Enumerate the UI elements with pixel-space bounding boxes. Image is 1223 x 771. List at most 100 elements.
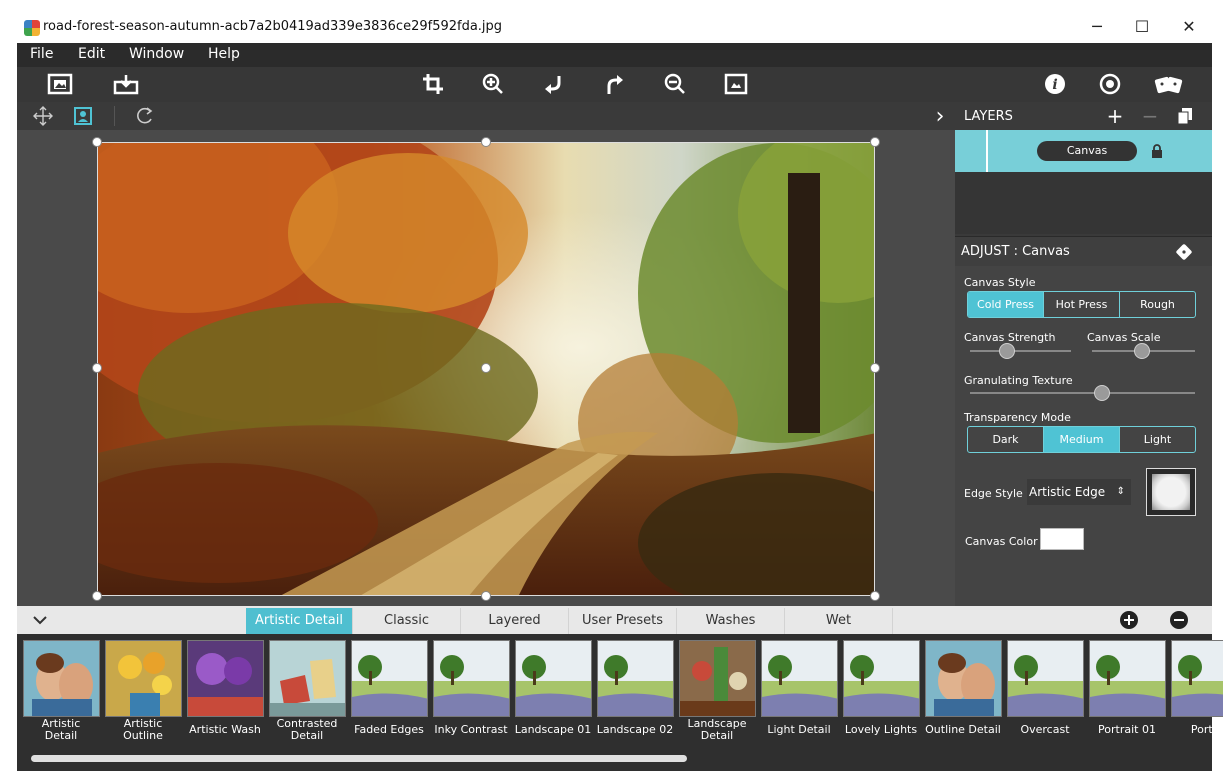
preset-thumb-artistic-detail[interactable] bbox=[23, 640, 100, 717]
layers-title: LAYERS bbox=[964, 109, 1013, 124]
duplicate-layer-icon[interactable] bbox=[1175, 105, 1195, 127]
preset-label-outline-detail: Outline Detail bbox=[925, 723, 1001, 736]
resize-handle-bottom[interactable] bbox=[481, 591, 491, 601]
crop-icon[interactable] bbox=[419, 71, 447, 97]
remove-preset-icon[interactable] bbox=[1169, 610, 1189, 630]
preset-thumb-contrasted-detail[interactable] bbox=[269, 640, 346, 717]
preset-thumb-artistic-outline[interactable] bbox=[105, 640, 182, 717]
preset-thumb-faded-edges[interactable] bbox=[351, 640, 428, 717]
redo-icon[interactable] bbox=[601, 71, 629, 97]
canvas-strength-knob[interactable] bbox=[999, 343, 1015, 359]
open-image-icon[interactable] bbox=[45, 71, 75, 97]
menu-edit[interactable]: Edit bbox=[78, 46, 105, 62]
adjust-presets-icon[interactable] bbox=[1173, 242, 1195, 262]
menu-file[interactable]: File bbox=[30, 46, 53, 62]
transparency-mode-dark[interactable]: Dark bbox=[968, 427, 1044, 452]
settings-icon[interactable] bbox=[1097, 71, 1123, 97]
tab-classic[interactable]: Classic bbox=[353, 608, 461, 634]
canvas-scale-knob[interactable] bbox=[1134, 343, 1150, 359]
granulating-texture-knob[interactable] bbox=[1094, 385, 1110, 401]
preset-label-landscape-detail: Landscape Detail bbox=[687, 717, 747, 742]
layers-header: LAYERS + − bbox=[955, 102, 1212, 130]
preset-thumb-light-detail[interactable] bbox=[761, 640, 838, 717]
preset-label-light-detail: Light Detail bbox=[767, 723, 831, 736]
preset-thumb-lovely-lights[interactable] bbox=[843, 640, 920, 717]
add-layer-icon[interactable]: + bbox=[1105, 104, 1125, 128]
rotate-icon[interactable] bbox=[133, 105, 157, 127]
save-icon[interactable] bbox=[111, 71, 141, 97]
adjust-header: ADJUST : Canvas bbox=[955, 236, 1212, 266]
menu-window[interactable]: Window bbox=[129, 46, 184, 62]
fit-to-screen-icon[interactable] bbox=[722, 71, 750, 97]
transparency-mode-light[interactable]: Light bbox=[1120, 427, 1195, 452]
preset-label-inky-contrast: Inky Contrast bbox=[434, 723, 508, 736]
resize-handle-center[interactable] bbox=[481, 363, 491, 373]
move-icon[interactable] bbox=[31, 105, 55, 127]
layer-item-canvas[interactable]: Canvas bbox=[955, 130, 1212, 172]
right-panel: LAYERS + − Canvas ADJUST : Canvas Canvas… bbox=[955, 102, 1212, 606]
maximize-button[interactable]: ☐ bbox=[1127, 14, 1157, 40]
layer-visibility-bar bbox=[986, 130, 988, 172]
canvas-style-cold-press[interactable]: Cold Press bbox=[968, 292, 1044, 317]
remove-layer-icon[interactable]: − bbox=[1140, 104, 1160, 128]
resize-handle-top-right[interactable] bbox=[870, 137, 880, 147]
preset-thumb-inky-contrast[interactable] bbox=[433, 640, 510, 717]
collapse-panel-icon[interactable]: › bbox=[931, 104, 949, 129]
canvas-scale-slider[interactable] bbox=[1092, 343, 1195, 359]
add-preset-icon[interactable] bbox=[1119, 610, 1139, 630]
preset-thumb-landscape-02[interactable] bbox=[597, 640, 674, 717]
window-title: road-forest-season-autumn-acb7a2b0419ad3… bbox=[43, 19, 503, 34]
tab-artistic-detail[interactable]: Artistic Detail bbox=[246, 608, 353, 634]
preset-label-contrasted-detail: Contrasted Detail bbox=[276, 717, 338, 742]
app-icon bbox=[24, 20, 40, 36]
app-window: road-forest-season-autumn-acb7a2b0419ad3… bbox=[0, 0, 1223, 771]
resize-handle-left[interactable] bbox=[92, 363, 102, 373]
tab-wet[interactable]: Wet bbox=[785, 608, 893, 634]
preset-thumb-overcast[interactable] bbox=[1007, 640, 1084, 717]
tab-user-presets[interactable]: User Presets bbox=[569, 608, 677, 634]
canvas-style-hot-press[interactable]: Hot Press bbox=[1044, 292, 1120, 317]
preset-thumb-outline-detail[interactable] bbox=[925, 640, 1002, 717]
canvas-strength-slider[interactable] bbox=[970, 343, 1071, 359]
close-button[interactable]: ✕ bbox=[1174, 14, 1204, 40]
info-icon[interactable]: i bbox=[1042, 71, 1068, 97]
preset-thumb-artistic-wash[interactable] bbox=[187, 640, 264, 717]
resize-handle-top[interactable] bbox=[481, 137, 491, 147]
canvas-scale-label: Canvas Scale bbox=[1087, 331, 1161, 344]
preset-thumb-portrai[interactable] bbox=[1171, 640, 1223, 717]
granulating-texture-slider[interactable] bbox=[970, 385, 1195, 401]
undo-icon[interactable] bbox=[539, 71, 567, 97]
minimize-button[interactable]: ─ bbox=[1082, 14, 1112, 40]
edge-style-label: Edge Style bbox=[964, 487, 1023, 500]
collapse-presets-icon[interactable] bbox=[29, 609, 51, 631]
preset-label-landscape-01: Landscape 01 bbox=[514, 723, 592, 736]
transparency-mode-medium[interactable]: Medium bbox=[1044, 427, 1120, 452]
select-icon[interactable] bbox=[71, 105, 95, 127]
zoom-in-icon[interactable] bbox=[479, 71, 507, 97]
canvas-style-label: Canvas Style bbox=[964, 276, 1036, 289]
toolbar-separator bbox=[114, 106, 115, 126]
resize-handle-top-left[interactable] bbox=[92, 137, 102, 147]
presets-icon[interactable] bbox=[1153, 71, 1185, 97]
tool-options-bar: › bbox=[17, 102, 955, 130]
canvas-area[interactable] bbox=[17, 130, 955, 606]
preset-thumb-landscape-01[interactable] bbox=[515, 640, 592, 717]
edge-style-select[interactable]: Artistic Edge ⇕ bbox=[1027, 479, 1131, 505]
layers-list-empty bbox=[955, 172, 1212, 234]
preset-label-lovely-lights: Lovely Lights bbox=[844, 723, 918, 736]
menu-help[interactable]: Help bbox=[208, 46, 240, 62]
preset-strip-scrollbar[interactable] bbox=[31, 755, 687, 762]
tab-layered[interactable]: Layered bbox=[461, 608, 569, 634]
canvas-color-swatch[interactable] bbox=[1040, 528, 1084, 550]
resize-handle-right[interactable] bbox=[870, 363, 880, 373]
resize-handle-bottom-left[interactable] bbox=[92, 591, 102, 601]
lock-icon[interactable] bbox=[1147, 141, 1167, 161]
preset-thumb-portrait-01[interactable] bbox=[1089, 640, 1166, 717]
edge-texture-swatch bbox=[1152, 474, 1190, 510]
canvas-style-rough[interactable]: Rough bbox=[1120, 292, 1195, 317]
zoom-out-icon[interactable] bbox=[661, 71, 689, 97]
edge-style-preview[interactable] bbox=[1146, 468, 1196, 516]
tab-washes[interactable]: Washes bbox=[677, 608, 785, 634]
resize-handle-bottom-right[interactable] bbox=[870, 591, 880, 601]
preset-thumb-landscape-detail[interactable] bbox=[679, 640, 756, 717]
